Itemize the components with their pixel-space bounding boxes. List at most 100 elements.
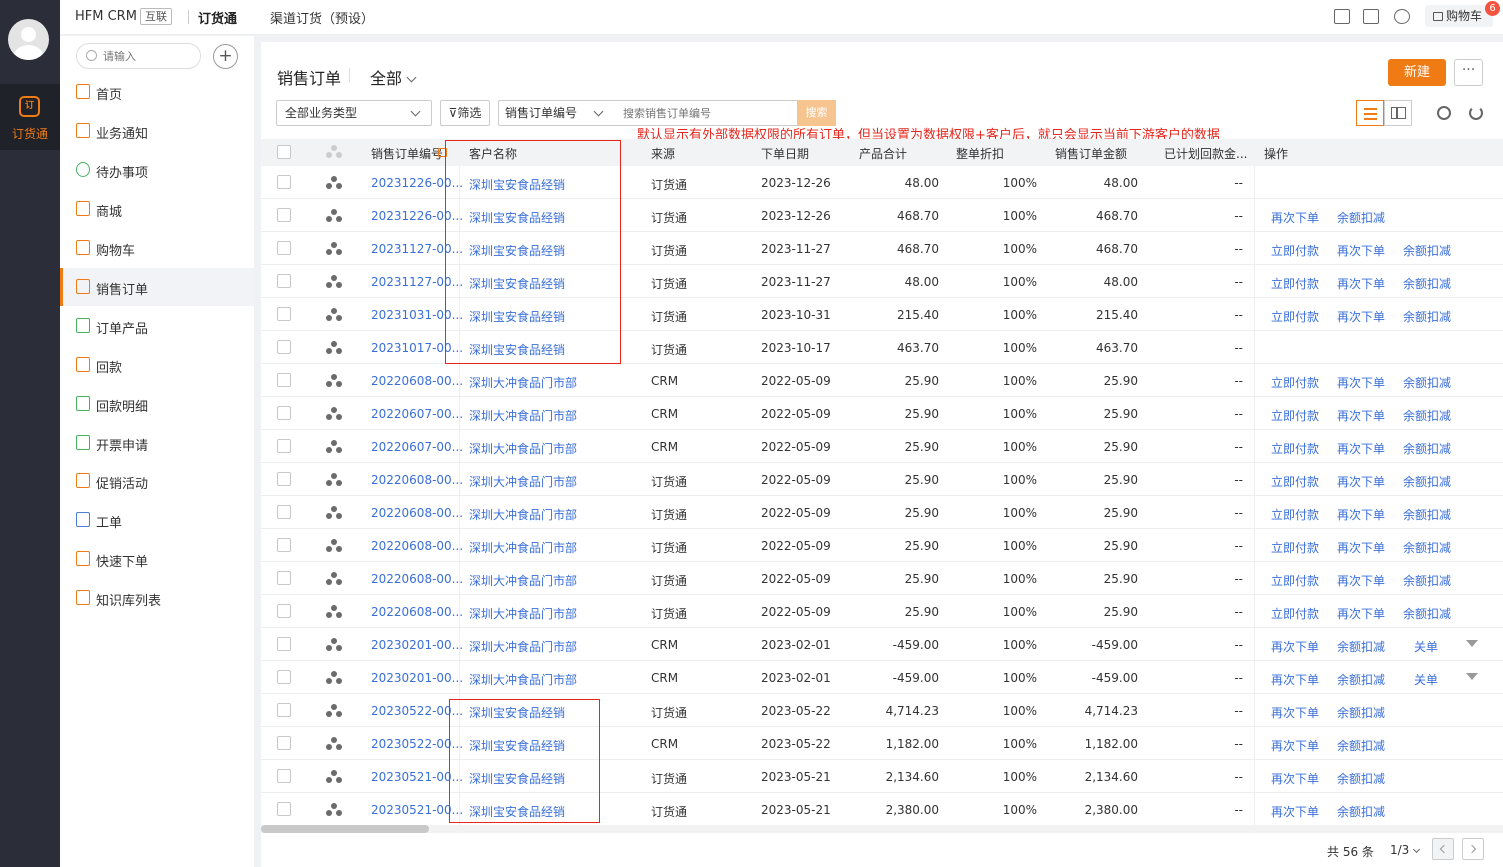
customer-link[interactable]: 深圳大冲食品门市部 <box>469 407 577 424</box>
row-action-link[interactable]: 余额扣减 <box>1403 572 1451 589</box>
table-row[interactable]: 20230521-00... 深圳宝安食品经销 订货通 2023-05-21 2,134… <box>261 760 1503 793</box>
row-action-link[interactable]: 再次下单 <box>1271 770 1319 787</box>
row-action-link[interactable]: 再次下单 <box>1271 803 1319 820</box>
row-action-link[interactable]: 余额扣减 <box>1403 473 1451 490</box>
sidebar-item[interactable]: 首页 <box>60 73 254 111</box>
row-checkbox[interactable] <box>277 571 291 585</box>
row-action-link[interactable]: 再次下单 <box>1271 737 1319 754</box>
inbox-icon[interactable] <box>1334 9 1350 24</box>
row-action-link[interactable]: 再次下单 <box>1337 308 1385 325</box>
order-id-link[interactable]: 20230201-00... <box>371 638 463 652</box>
row-action-link[interactable]: 再次下单 <box>1337 275 1385 292</box>
table-row[interactable]: 20230522-00... 深圳宝安食品经销 CRM 2023-05-22 1,182… <box>261 727 1503 760</box>
row-action-link[interactable]: 再次下单 <box>1337 473 1385 490</box>
table-row[interactable]: 20220608-00... 深圳大冲食品门市部 订货通 2022-05-09 25.9… <box>261 595 1503 628</box>
order-search-input[interactable] <box>614 100 798 126</box>
search-button[interactable]: 搜索 <box>797 100 836 126</box>
header-source[interactable]: 来源 <box>651 145 675 162</box>
table-row[interactable]: 20220608-00... 深圳大冲食品门市部 CRM 2022-05-09 25.9… <box>261 364 1503 397</box>
row-action-link[interactable]: 再次下单 <box>1271 671 1319 688</box>
customer-link[interactable]: 深圳大冲食品门市部 <box>469 440 577 457</box>
row-checkbox[interactable] <box>277 340 291 354</box>
scene-filter-dropdown[interactable]: 全部 <box>370 65 417 89</box>
row-action-link[interactable]: 立即付款 <box>1271 242 1319 259</box>
refresh-icon[interactable] <box>1469 106 1483 120</box>
row-checkbox[interactable] <box>277 505 291 519</box>
row-action-link[interactable]: 再次下单 <box>1337 572 1385 589</box>
row-checkbox[interactable] <box>277 175 291 189</box>
add-button[interactable]: + <box>213 44 238 69</box>
row-action-link[interactable]: 余额扣减 <box>1337 803 1385 820</box>
row-action-link[interactable]: 立即付款 <box>1271 539 1319 556</box>
row-action-link[interactable]: 余额扣减 <box>1337 737 1385 754</box>
search-field-select[interactable]: 销售订单编号 <box>498 100 615 126</box>
business-type-select[interactable]: 全部业务类型 <box>276 100 432 126</box>
row-action-link[interactable]: 余额扣减 <box>1337 671 1385 688</box>
row-action-link[interactable]: 立即付款 <box>1271 506 1319 523</box>
row-action-link[interactable]: 余额扣减 <box>1337 704 1385 721</box>
sidebar-item[interactable]: 销售订单 <box>60 268 254 306</box>
order-id-link[interactable]: 20220608-00... <box>371 572 463 586</box>
table-row[interactable]: 20230521-00... 深圳宝安食品经销 订货通 2023-05-21 2,380… <box>261 793 1503 826</box>
table-row[interactable]: 20230522-00... 深圳宝安食品经销 订货通 2023-05-22 4,714… <box>261 694 1503 727</box>
table-row[interactable]: 20220608-00... 深圳大冲食品门市部 订货通 2022-05-09 25.9… <box>261 562 1503 595</box>
row-action-link[interactable]: 关单 <box>1414 638 1438 655</box>
row-checkbox[interactable] <box>277 769 291 783</box>
row-action-link[interactable]: 再次下单 <box>1337 605 1385 622</box>
row-checkbox[interactable] <box>277 604 291 618</box>
gear-icon[interactable] <box>1437 106 1451 120</box>
header-discount[interactable]: 整单折扣 <box>956 145 1004 162</box>
sidebar-item[interactable]: 知识库列表 <box>60 579 254 617</box>
row-action-link[interactable]: 立即付款 <box>1271 473 1319 490</box>
customer-link[interactable]: 深圳大冲食品门市部 <box>469 638 577 655</box>
row-checkbox[interactable] <box>277 373 291 387</box>
more-actions-dropdown-icon[interactable] <box>1466 673 1478 680</box>
row-action-link[interactable]: 再次下单 <box>1271 209 1319 226</box>
row-checkbox[interactable] <box>277 538 291 552</box>
header-order-id[interactable]: 销售订单编号 <box>371 145 443 162</box>
row-action-link[interactable]: 立即付款 <box>1271 275 1319 292</box>
order-id-link[interactable]: 20220608-00... <box>371 605 463 619</box>
customer-link[interactable]: 深圳大冲食品门市部 <box>469 605 577 622</box>
sidebar-item[interactable]: 回款明细 <box>60 385 254 423</box>
row-checkbox[interactable] <box>277 406 291 420</box>
row-action-link[interactable]: 再次下单 <box>1337 539 1385 556</box>
sidebar-item[interactable]: 回款 <box>60 346 254 384</box>
row-checkbox[interactable] <box>277 670 291 684</box>
table-row[interactable]: 20230201-00... 深圳大冲食品门市部 CRM 2023-02-01 -459… <box>261 628 1503 661</box>
row-checkbox[interactable] <box>277 274 291 288</box>
row-action-link[interactable]: 再次下单 <box>1337 506 1385 523</box>
sidebar-item[interactable]: 订单产品 <box>60 307 254 345</box>
sidebar-item[interactable]: 购物车 <box>60 229 254 267</box>
header-planned-payment[interactable]: 已计划回款金... <box>1164 145 1247 162</box>
order-id-link[interactable]: 20220608-00... <box>371 473 463 487</box>
customer-link[interactable]: 深圳大冲食品门市部 <box>469 374 577 391</box>
customer-link[interactable]: 深圳大冲食品门市部 <box>469 671 577 688</box>
avatar[interactable] <box>8 19 49 60</box>
row-checkbox[interactable] <box>277 637 291 651</box>
row-action-link[interactable]: 再次下单 <box>1337 242 1385 259</box>
more-actions-dropdown-icon[interactable] <box>1466 640 1478 647</box>
row-action-link[interactable]: 再次下单 <box>1271 704 1319 721</box>
table-row[interactable]: 20220608-00... 深圳大冲食品门市部 订货通 2022-05-09 25.9… <box>261 496 1503 529</box>
row-action-link[interactable]: 余额扣减 <box>1337 209 1385 226</box>
customer-link[interactable]: 深圳大冲食品门市部 <box>469 539 577 556</box>
row-action-link[interactable]: 余额扣减 <box>1403 308 1451 325</box>
row-action-link[interactable]: 立即付款 <box>1271 374 1319 391</box>
monitor-icon[interactable] <box>1363 9 1379 24</box>
row-checkbox[interactable] <box>277 736 291 750</box>
row-checkbox[interactable] <box>277 802 291 816</box>
row-checkbox[interactable] <box>277 307 291 321</box>
split-view-toggle[interactable] <box>1384 100 1412 126</box>
order-id-link[interactable]: 20220607-00... <box>371 407 463 421</box>
order-id-link[interactable]: 20220608-00... <box>371 539 463 553</box>
table-row[interactable]: 20220608-00... 深圳大冲食品门市部 订货通 2022-05-09 25.9… <box>261 463 1503 496</box>
row-checkbox[interactable] <box>277 208 291 222</box>
table-row[interactable]: 20220607-00... 深圳大冲食品门市部 CRM 2022-05-09 25.9… <box>261 397 1503 430</box>
row-action-link[interactable]: 余额扣减 <box>1403 275 1451 292</box>
sidebar-item[interactable]: 促销活动 <box>60 462 254 500</box>
sidebar-item[interactable]: 工单 <box>60 501 254 539</box>
sidebar-item[interactable]: 商城 <box>60 190 254 228</box>
sidebar-item[interactable]: 开票申请 <box>60 424 254 462</box>
horizontal-scrollbar[interactable] <box>261 825 1503 833</box>
